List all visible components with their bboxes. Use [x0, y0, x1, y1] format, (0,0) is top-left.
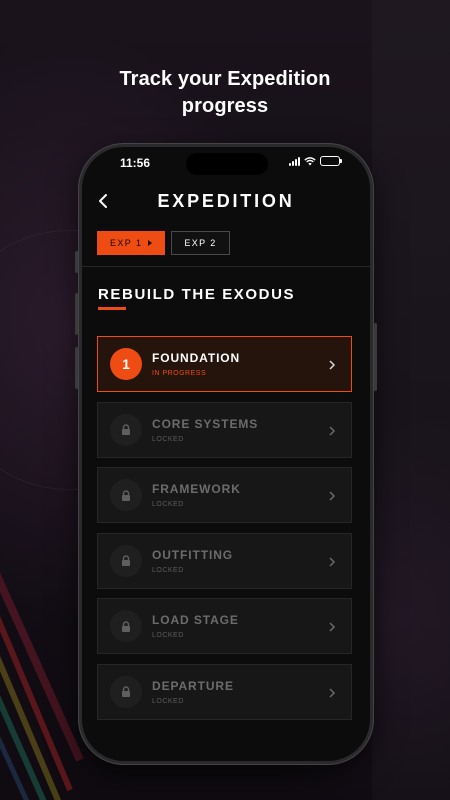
wifi-icon: [304, 156, 316, 165]
stage-name: FRAMEWORK: [152, 482, 241, 496]
tab-exp-2-label: EXP 2: [184, 238, 217, 248]
stage-status: LOCKED: [152, 566, 184, 574]
chevron-right-icon: [329, 360, 336, 370]
section-title: REBUILD THE EXODUS: [98, 286, 296, 303]
stage-card-framework[interactable]: FRAMEWORK LOCKED: [97, 467, 352, 523]
stage-name: DEPARTURE: [152, 678, 234, 693]
chevron-right-icon: [329, 622, 336, 632]
headline-line-2: progress: [181, 95, 269, 117]
battery-icon: [320, 156, 342, 166]
stage-number-badge: 1: [110, 348, 142, 380]
dynamic-island: [186, 153, 268, 175]
signal-icon: [289, 156, 300, 166]
stage-name: LOAD STAGE: [152, 613, 239, 627]
page-title: EXPEDITION: [157, 191, 295, 211]
promo-screen: Track your Expedition progress 11:56 EXP…: [0, 0, 450, 800]
lock-icon: [122, 555, 130, 566]
stage-card-departure[interactable]: DEPARTURE LOCKED: [97, 663, 352, 720]
stage-number: 1: [122, 356, 130, 372]
stage-name: OUTFITTING: [152, 547, 233, 562]
phone-volume-up: [75, 293, 78, 335]
stage-card-core-systems[interactable]: CORE SYSTEMS LOCKED: [97, 401, 352, 458]
chevron-right-icon: [329, 687, 336, 698]
lock-icon: [122, 489, 130, 501]
stage-status: LOCKED: [152, 501, 184, 508]
section-accent-bar: [98, 307, 126, 310]
stage-lock-badge: [110, 413, 142, 446]
play-icon: [148, 240, 153, 246]
headline-line-1: Track your Expedition: [119, 68, 331, 90]
promo-headline: Track your Expedition progress: [0, 66, 450, 120]
stage-lock-badge: [110, 610, 142, 642]
stage-status: LOCKED: [152, 435, 184, 443]
lock-icon: [122, 620, 130, 632]
stage-status: LOCKED: [152, 632, 184, 639]
app-screen: 11:56 EXPEDITION EXP 1 EXP 2 REBUILD THE…: [82, 147, 370, 761]
phone-frame: 11:56 EXPEDITION EXP 1 EXP 2 REBUILD THE…: [75, 143, 377, 765]
chevron-right-icon: [329, 556, 336, 567]
tab-exp-2[interactable]: EXP 2: [171, 231, 230, 255]
stage-status: LOCKED: [152, 697, 184, 705]
stage-list: 1 FOUNDATION IN PROGRESS CORE SYSTEMS LO…: [97, 336, 352, 729]
phone-volume-down: [75, 347, 78, 389]
expedition-tabs: EXP 1 EXP 2: [97, 231, 230, 255]
tab-exp-1-label: EXP 1: [110, 238, 143, 248]
stage-card-foundation[interactable]: 1 FOUNDATION IN PROGRESS: [97, 336, 352, 392]
stage-lock-badge: [110, 544, 142, 577]
phone-power-button: [374, 323, 377, 391]
stage-lock-badge: [110, 479, 142, 511]
tab-exp-1[interactable]: EXP 1: [97, 231, 166, 255]
header-divider: [82, 266, 370, 267]
lock-icon: [122, 424, 130, 435]
phone-side-button: [75, 251, 78, 273]
stage-card-outfitting[interactable]: OUTFITTING LOCKED: [97, 532, 352, 589]
stage-lock-badge: [110, 675, 142, 708]
stage-status: IN PROGRESS: [152, 370, 207, 377]
chevron-right-icon: [329, 491, 336, 501]
stage-name: FOUNDATION: [152, 351, 241, 365]
stage-name: CORE SYSTEMS: [152, 416, 259, 431]
status-time: 11:56: [120, 156, 151, 170]
chevron-right-icon: [329, 425, 336, 436]
lock-icon: [122, 686, 130, 697]
status-icons: [289, 156, 342, 166]
stage-card-load-stage[interactable]: LOAD STAGE LOCKED: [97, 598, 352, 654]
